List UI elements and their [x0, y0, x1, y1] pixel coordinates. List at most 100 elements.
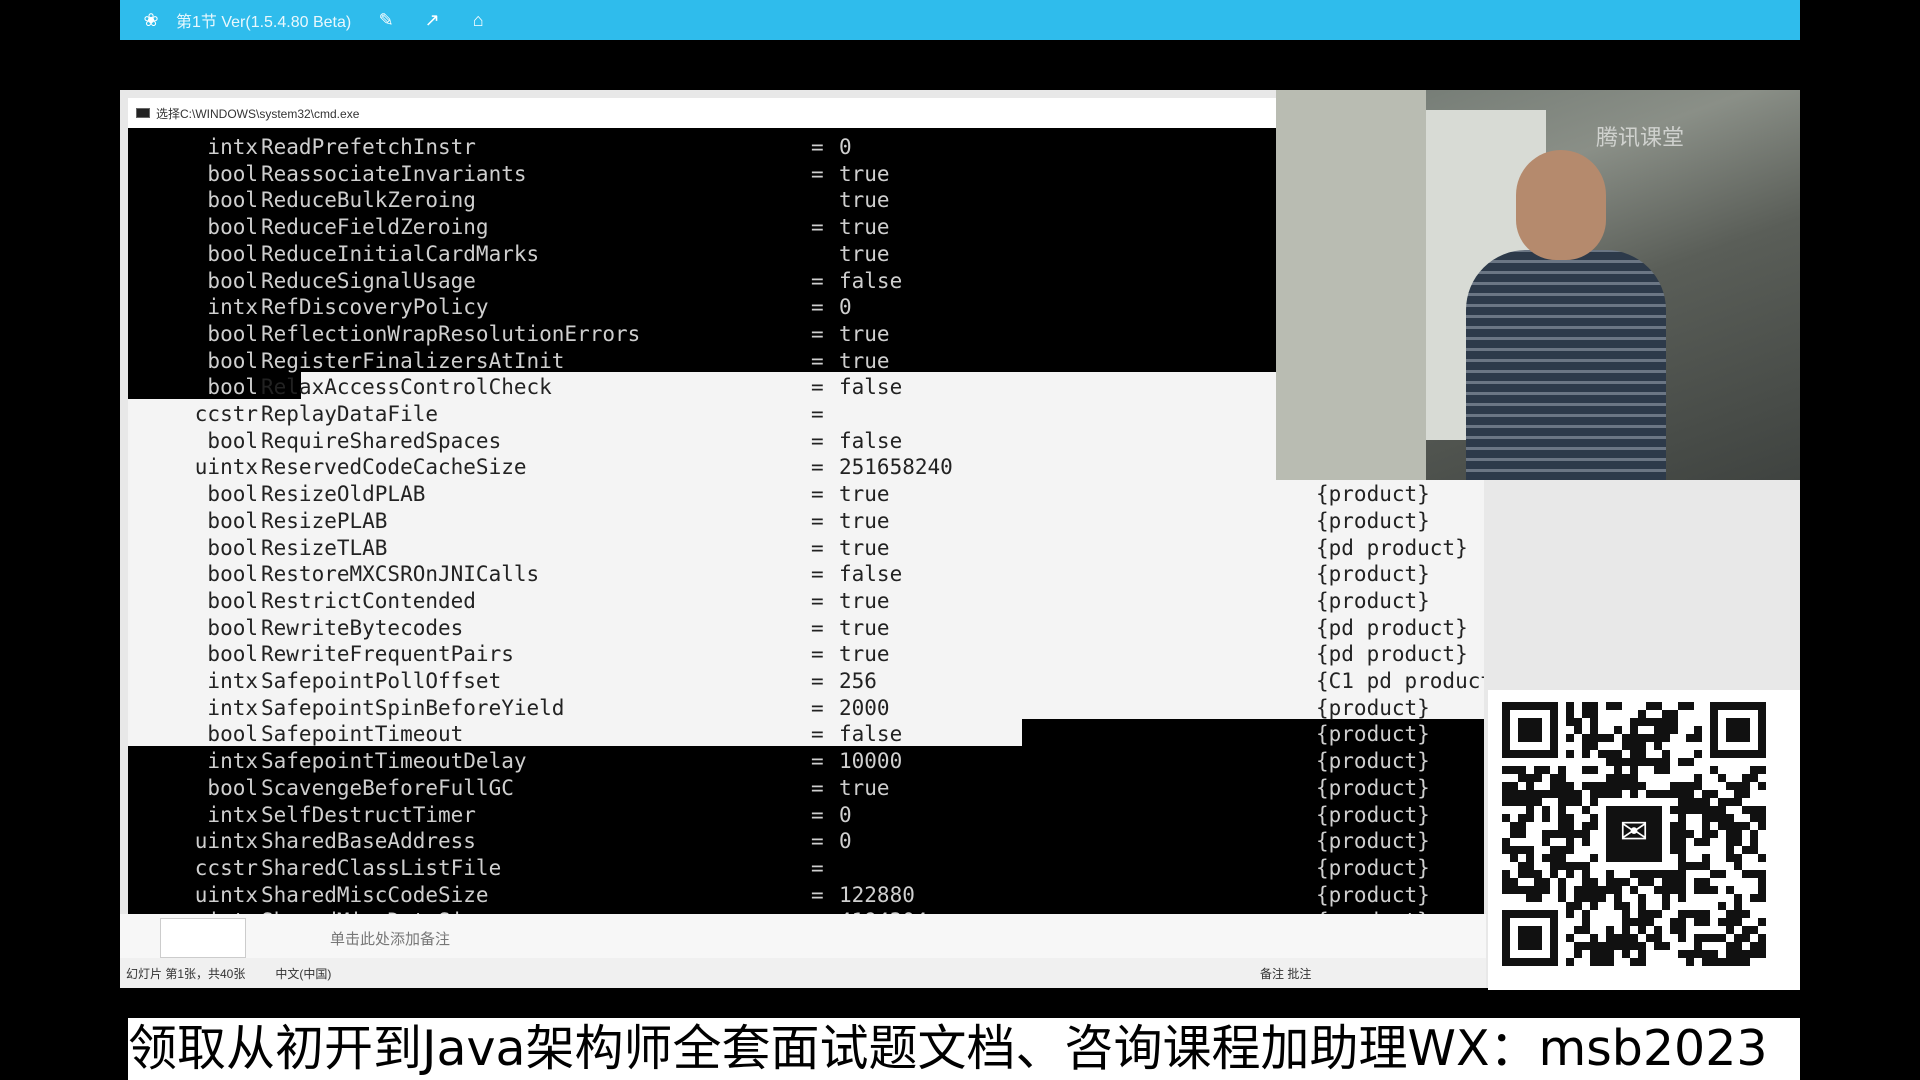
cmd-flag-row: bool SafepointTimeout = false {product} [128, 721, 1484, 747]
flag-name: RefDiscoveryPolicy [261, 295, 489, 320]
flag-value: true [839, 241, 890, 266]
webcam-video: 腾讯课堂 [1276, 90, 1800, 480]
cmd-flag-row: bool ScavengeBeforeFullGC = true {product} [128, 775, 1484, 801]
flag-type: intx [207, 295, 258, 320]
notes-placeholder: 单击此处添加备注 [330, 931, 451, 948]
flag-value: true [839, 188, 890, 213]
flag-type: uintx [194, 829, 258, 854]
flag-eq: = [811, 535, 824, 560]
ppt-notes-pane[interactable]: 单击此处添加备注 [120, 914, 1486, 958]
cmd-flag-row: ccstr SharedClassListFile = {product} [128, 855, 1484, 881]
flag-value: true [839, 321, 890, 346]
flag-eq: = [811, 321, 824, 346]
flag-value: false [839, 562, 903, 587]
flag-name: ReduceSignalUsage [261, 268, 476, 293]
flag-eq: = [811, 562, 824, 587]
flag-name: SelfDestructTimer [261, 802, 476, 827]
flag-value: false [839, 722, 903, 747]
flag-name: RestrictContended [261, 588, 476, 613]
webcam-background [1276, 90, 1426, 480]
flag-value: 0 [839, 135, 852, 159]
flag-eq: = [811, 161, 824, 186]
cmd-flag-row: bool RewriteFrequentPairs = true {pd product… [128, 641, 1484, 667]
flag-name: ReadPrefetchInstr [261, 135, 476, 159]
flag-eq: = [811, 482, 824, 507]
flag-name: RewriteFrequentPairs [261, 642, 514, 667]
flag-name: ReflectionWrapResolutionErrors [261, 321, 641, 346]
flag-kind: {C1 pd product} [1316, 669, 1484, 693]
flag-value: false [839, 268, 903, 293]
cmd-flag-row: intx SafepointPollOffset = 256 {C1 pd produc… [128, 668, 1484, 694]
flag-type: intx [207, 802, 258, 827]
flag-type: bool [207, 615, 258, 640]
flag-type: bool [207, 722, 258, 747]
slide-thumbnail[interactable] [160, 918, 246, 958]
flag-value: 122880 [839, 882, 915, 907]
flag-kind: {product} [1316, 722, 1430, 747]
notes-comments-toggle[interactable]: 备注 批注 [1260, 965, 1311, 982]
flag-name: SharedBaseAddress [261, 829, 476, 854]
flag-name: SafepointTimeout [261, 722, 464, 747]
flag-type: bool [207, 188, 258, 213]
flag-type: ccstr [194, 402, 258, 426]
cmd-flag-row: intx SafepointTimeoutDelay = 10000 {product} [128, 748, 1484, 774]
flag-value: true [839, 215, 890, 240]
flag-kind: {product} [1316, 855, 1430, 880]
cmd-flag-row: bool RewriteBytecodes = true {pd product} [128, 615, 1484, 641]
flag-value: true [839, 775, 890, 800]
flag-kind: {product} [1316, 695, 1430, 720]
flag-type: bool [207, 482, 258, 507]
flag-name: ReassociateInvariants [261, 161, 527, 186]
flag-eq: = [811, 749, 824, 774]
flag-name: ReplayDataFile [261, 402, 439, 426]
flag-value: 10000 [839, 749, 903, 774]
flag-name: SharedClassListFile [261, 855, 502, 880]
flag-type: uintx [194, 455, 258, 480]
flag-type: ccstr [194, 855, 258, 880]
flag-name: ReduceBulkZeroing [261, 188, 476, 213]
flag-type: bool [207, 562, 258, 587]
cmd-flag-row: bool ResizePLAB = true {product} [128, 508, 1484, 534]
home-icon[interactable]: ⌂ [467, 10, 489, 31]
cmd-flag-row: intx SafepointSpinBeforeYield = 2000 {produc… [128, 695, 1484, 721]
flag-eq: = [811, 428, 824, 453]
edit-icon[interactable]: ✎ [375, 10, 397, 31]
flag-kind: {product} [1316, 775, 1430, 800]
flag-eq: = [811, 695, 824, 720]
flag-type: bool [207, 775, 258, 800]
flag-eq: = [811, 669, 824, 693]
flag-type: bool [207, 375, 258, 400]
flag-kind: {pd product} [1316, 642, 1468, 667]
flag-kind: {pd product} [1316, 615, 1468, 640]
cmd-title: 选择C:\WINDOWS\system32\cmd.exe [156, 106, 360, 121]
presenter-body [1466, 250, 1666, 480]
flag-value: true [839, 615, 890, 640]
flag-kind: {pd product} [1316, 535, 1468, 560]
flag-eq: = [811, 642, 824, 667]
flag-eq: = [811, 295, 824, 320]
flag-name: ReduceInitialCardMarks [261, 241, 540, 266]
flag-eq: = [811, 402, 824, 426]
flag-kind: {product} [1316, 829, 1430, 854]
flag-value: false [839, 428, 903, 453]
share-icon[interactable]: ↗ [421, 10, 443, 31]
flag-eq: = [811, 348, 824, 373]
flag-name: SharedMiscCodeSize [261, 882, 489, 907]
flag-value: true [839, 348, 890, 373]
flag-eq: = [811, 802, 824, 827]
flag-type: bool [207, 348, 258, 373]
flag-kind: {product} [1316, 882, 1430, 907]
flag-type: bool [207, 508, 258, 533]
flag-name: ResizePLAB [261, 508, 388, 533]
flag-type: intx [207, 749, 258, 774]
flag-name: ScavengeBeforeFullGC [261, 775, 514, 800]
promo-caption: 领取从初开到Java架构师全套面试题文档、咨询课程加助理WX：msb2023 [128, 1018, 1800, 1080]
flag-name: SafepointTimeoutDelay [261, 749, 527, 774]
flag-kind: {product} [1316, 588, 1430, 613]
flag-eq: = [811, 268, 824, 293]
flag-type: bool [207, 268, 258, 293]
flag-value: 0 [839, 295, 852, 320]
flag-name: ResizeOldPLAB [261, 482, 426, 507]
flag-value: true [839, 161, 890, 186]
flag-kind: {product} [1316, 802, 1430, 827]
